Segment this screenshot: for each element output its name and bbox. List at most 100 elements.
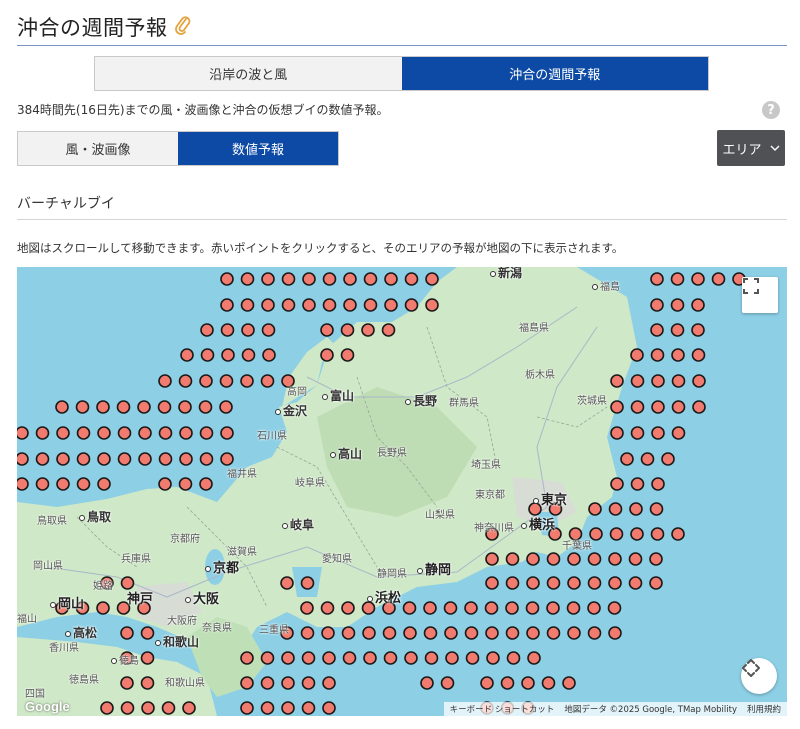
virtual-buoy-point[interactable] xyxy=(55,400,69,414)
virtual-buoy-point[interactable] xyxy=(199,477,213,491)
virtual-buoy-point[interactable] xyxy=(138,452,152,466)
virtual-buoy-point[interactable] xyxy=(96,400,110,414)
virtual-buoy-point[interactable] xyxy=(220,323,235,337)
virtual-buoy-point[interactable] xyxy=(505,601,519,615)
virtual-buoy-point[interactable] xyxy=(220,426,234,440)
virtual-buoy-point[interactable] xyxy=(630,374,645,388)
virtual-buoy-point[interactable] xyxy=(363,651,377,665)
virtual-buoy-point[interactable] xyxy=(56,426,70,440)
virtual-buoy-point[interactable] xyxy=(200,348,215,362)
virtual-buoy-point[interactable] xyxy=(661,452,675,466)
virtual-buoy-point[interactable] xyxy=(691,298,705,312)
virtual-buoy-point[interactable] xyxy=(301,676,316,690)
virtual-buoy-point[interactable] xyxy=(420,676,434,690)
virtual-buoy-point[interactable] xyxy=(567,626,581,640)
virtual-buoy-point[interactable] xyxy=(691,348,706,362)
virtual-buoy-point[interactable] xyxy=(425,298,439,312)
virtual-buoy-point[interactable] xyxy=(587,576,602,590)
virtual-buoy-point[interactable] xyxy=(199,452,214,466)
virtual-buoy-point[interactable] xyxy=(362,626,376,640)
terms-link[interactable]: 利用規約 xyxy=(747,703,781,715)
virtual-buoy-point[interactable] xyxy=(261,272,275,286)
virtual-buoy-point[interactable] xyxy=(607,601,622,615)
virtual-buoy-point[interactable] xyxy=(649,576,663,590)
virtual-buoy-point[interactable] xyxy=(321,626,335,640)
virtual-buoy-point[interactable] xyxy=(97,452,111,466)
virtual-buoy-point[interactable] xyxy=(158,426,173,440)
virtual-buoy-point[interactable] xyxy=(484,601,499,615)
fullscreen-button[interactable] xyxy=(742,277,778,313)
virtual-buoy-point[interactable] xyxy=(485,576,499,590)
virtual-buoy-point[interactable] xyxy=(546,552,561,566)
virtual-buoy-point[interactable] xyxy=(241,348,256,362)
virtual-buoy-point[interactable] xyxy=(649,552,663,566)
virtual-buoy-point[interactable] xyxy=(587,552,602,566)
virtual-buoy-point[interactable] xyxy=(650,527,665,541)
virtual-buoy-point[interactable] xyxy=(140,651,155,665)
virtual-buoy-point[interactable] xyxy=(180,348,194,362)
virtual-buoy-point[interactable] xyxy=(140,626,155,640)
area-select-button[interactable]: エリア xyxy=(717,130,785,166)
virtual-buoy-point[interactable] xyxy=(117,426,132,440)
virtual-buoy-point[interactable] xyxy=(671,527,685,541)
virtual-buoy-point[interactable] xyxy=(240,701,254,715)
virtual-buoy-point[interactable] xyxy=(525,601,540,615)
virtual-buoy-point[interactable] xyxy=(671,348,685,362)
virtual-buoy-point[interactable] xyxy=(608,626,622,640)
virtual-buoy-point[interactable] xyxy=(546,626,561,640)
tab-wind-wave-image[interactable]: 風・波画像 xyxy=(18,132,178,165)
virtual-buoy-point[interactable] xyxy=(423,601,437,615)
virtual-buoy-point[interactable] xyxy=(56,452,70,466)
virtual-buoy-point[interactable] xyxy=(363,272,378,286)
virtual-buoy-point[interactable] xyxy=(117,452,132,466)
virtual-buoy-point[interactable] xyxy=(240,651,254,665)
map[interactable]: 新潟 福島 高岡 富山 長野 金沢 石川県 高山 群馬県 栃木県 茨城県 福島県… xyxy=(17,267,787,716)
virtual-buoy-point[interactable] xyxy=(340,348,355,362)
virtual-buoy-point[interactable] xyxy=(567,552,581,566)
virtual-buoy-point[interactable] xyxy=(527,651,541,665)
virtual-buoy-point[interactable] xyxy=(260,676,275,690)
virtual-buoy-point[interactable] xyxy=(281,272,296,286)
virtual-buoy-point[interactable] xyxy=(630,348,644,362)
virtual-buoy-point[interactable] xyxy=(261,323,276,337)
virtual-buoy-point[interactable] xyxy=(546,576,561,590)
virtual-buoy-point[interactable] xyxy=(505,576,520,590)
virtual-buoy-point[interactable] xyxy=(343,272,357,286)
virtual-buoy-point[interactable] xyxy=(381,323,396,337)
virtual-buoy-point[interactable] xyxy=(651,400,665,414)
virtual-buoy-point[interactable] xyxy=(76,426,91,440)
virtual-buoy-point[interactable] xyxy=(219,374,234,388)
virtual-buoy-point[interactable] xyxy=(608,576,622,590)
virtual-buoy-point[interactable] xyxy=(440,676,455,690)
virtual-buoy-point[interactable] xyxy=(505,626,520,640)
virtual-buoy-point[interactable] xyxy=(361,323,375,337)
virtual-buoy-point[interactable] xyxy=(75,400,90,414)
virtual-buoy-point[interactable] xyxy=(100,701,114,715)
virtual-buoy-point[interactable] xyxy=(322,701,336,715)
virtual-buoy-point[interactable] xyxy=(281,701,295,715)
virtual-buoy-point[interactable] xyxy=(526,576,540,590)
virtual-buoy-point[interactable] xyxy=(567,576,581,590)
virtual-buoy-point[interactable] xyxy=(363,298,378,312)
keyboard-shortcuts-link[interactable]: キーボード ショートカット xyxy=(450,703,555,715)
virtual-buoy-point[interactable] xyxy=(630,426,645,440)
virtual-buoy-point[interactable] xyxy=(608,552,622,566)
virtual-buoy-point[interactable] xyxy=(465,651,480,665)
virtual-buoy-point[interactable] xyxy=(526,626,540,640)
virtual-buoy-point[interactable] xyxy=(588,502,602,516)
virtual-buoy-point[interactable] xyxy=(691,323,705,337)
virtual-buoy-point[interactable] xyxy=(711,272,726,286)
virtual-buoy-point[interactable] xyxy=(610,426,624,440)
virtual-buoy-point[interactable] xyxy=(608,502,623,516)
virtual-buoy-point[interactable] xyxy=(240,676,254,690)
virtual-buoy-point[interactable] xyxy=(610,400,624,414)
virtual-buoy-point[interactable] xyxy=(505,552,520,566)
virtual-buoy-point[interactable] xyxy=(628,552,643,566)
tab-offshore-weekly[interactable]: 沖合の週間予報 xyxy=(401,57,708,90)
virtual-buoy-point[interactable] xyxy=(96,601,110,615)
virtual-buoy-point[interactable] xyxy=(261,298,275,312)
tab-numerical-forecast[interactable]: 数値予報 xyxy=(178,132,338,165)
virtual-buoy-point[interactable] xyxy=(670,272,685,286)
virtual-buoy-point[interactable] xyxy=(649,502,664,516)
virtual-buoy-point[interactable] xyxy=(120,676,134,690)
